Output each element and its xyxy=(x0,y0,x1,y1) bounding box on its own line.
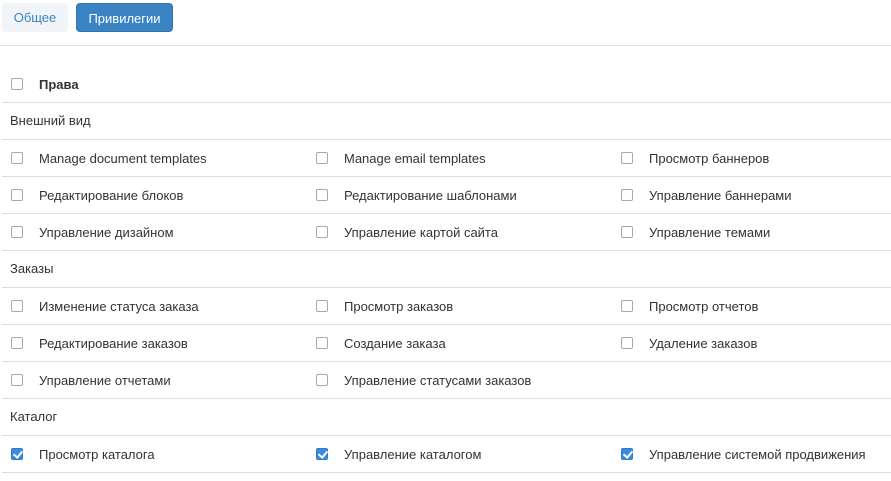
section-orders-title: Заказы xyxy=(2,251,891,288)
permissions-header-label: Права xyxy=(39,76,79,92)
permission-label: Редактирование шаблонами xyxy=(344,187,517,203)
section-catalog-title: Каталог xyxy=(2,399,891,436)
table-row: Изменение статуса заказа Просмотр заказо… xyxy=(2,288,891,325)
permission-item[interactable]: Управление баннерами xyxy=(621,177,792,213)
permission-checkbox[interactable] xyxy=(621,226,633,238)
permission-label: Manage document templates xyxy=(39,150,207,166)
permissions-header-row: Права xyxy=(2,66,891,103)
table-row: Управление дизайном Управление картой са… xyxy=(2,214,891,251)
section-appearance-title: Внешний вид xyxy=(2,103,891,140)
select-all-checkbox[interactable] xyxy=(11,78,23,90)
permission-item[interactable]: Управление отчетами xyxy=(11,362,171,398)
permission-item[interactable]: Управление картой сайта xyxy=(316,214,498,250)
permissions-table: Права Внешний вид Manage document templa… xyxy=(2,66,891,473)
select-all-permissions[interactable]: Права xyxy=(11,66,79,102)
permission-item[interactable]: Управление дизайном xyxy=(11,214,174,250)
permission-checkbox[interactable] xyxy=(11,374,23,386)
permission-item[interactable]: Просмотр баннеров xyxy=(621,140,769,176)
privileges-tabs: Общее Привилегии xyxy=(0,0,891,46)
permission-item[interactable]: Просмотр каталога xyxy=(11,436,155,472)
permission-item[interactable]: Просмотр заказов xyxy=(316,288,453,324)
permission-item[interactable]: Manage document templates xyxy=(11,140,207,176)
permission-checkbox[interactable] xyxy=(11,189,23,201)
permission-item[interactable]: Просмотр отчетов xyxy=(621,288,758,324)
permission-checkbox[interactable] xyxy=(316,300,328,312)
permission-label: Управление темами xyxy=(649,224,771,240)
permission-label: Просмотр отчетов xyxy=(649,298,759,314)
permission-checkbox[interactable] xyxy=(11,226,23,238)
permission-checkbox[interactable] xyxy=(316,226,328,238)
permission-item[interactable]: Создание заказа xyxy=(316,325,446,361)
permission-checkbox[interactable] xyxy=(316,337,328,349)
permission-checkbox[interactable] xyxy=(316,152,328,164)
table-row: Просмотр каталога Управление каталогом У… xyxy=(2,436,891,473)
permission-checkbox[interactable] xyxy=(621,337,633,349)
tab-general[interactable]: Общее xyxy=(2,3,68,32)
permission-item[interactable]: Удаление заказов xyxy=(621,325,757,361)
permission-checkbox[interactable] xyxy=(11,152,23,164)
table-row: Manage document templates Manage email t… xyxy=(2,140,891,177)
permission-label: Управление каталогом xyxy=(344,446,482,462)
permission-checkbox[interactable] xyxy=(621,300,633,312)
permission-checkbox[interactable] xyxy=(621,189,633,201)
permission-checkbox-checked[interactable] xyxy=(316,448,328,460)
permission-checkbox[interactable] xyxy=(316,189,328,201)
permission-label: Управление системой продвижения xyxy=(649,446,866,462)
permission-label: Управление статусами заказов xyxy=(344,372,532,388)
permission-item[interactable]: Редактирование блоков xyxy=(11,177,183,213)
permission-item[interactable]: Управление темами xyxy=(621,214,770,250)
permission-label: Управление картой сайта xyxy=(344,224,498,240)
permission-label: Создание заказа xyxy=(344,335,446,351)
table-row: Редактирование блоков Редактирование шаб… xyxy=(2,177,891,214)
permission-checkbox-checked[interactable] xyxy=(11,448,23,460)
permission-label: Manage email templates xyxy=(344,150,486,166)
permission-label: Удаление заказов xyxy=(649,335,758,351)
tab-privileges[interactable]: Привилегии xyxy=(76,3,173,32)
permission-checkbox[interactable] xyxy=(11,300,23,312)
permission-label: Управление отчетами xyxy=(39,372,171,388)
permission-label: Управление баннерами xyxy=(649,187,792,203)
permission-checkbox[interactable] xyxy=(316,374,328,386)
permission-label: Редактирование блоков xyxy=(39,187,184,203)
permission-label: Управление дизайном xyxy=(39,224,174,240)
permission-label: Просмотр заказов xyxy=(344,298,454,314)
permission-checkbox-checked[interactable] xyxy=(621,448,633,460)
permission-label: Просмотр каталога xyxy=(39,446,155,462)
permission-checkbox[interactable] xyxy=(621,152,633,164)
permission-item[interactable]: Редактирование шаблонами xyxy=(316,177,517,213)
permission-item[interactable]: Управление статусами заказов xyxy=(316,362,531,398)
permission-item[interactable]: Изменение статуса заказа xyxy=(11,288,199,324)
permission-item[interactable]: Редактирование заказов xyxy=(11,325,188,361)
permission-item[interactable]: Manage email templates xyxy=(316,140,486,176)
permission-label: Просмотр баннеров xyxy=(649,150,770,166)
permission-item[interactable]: Управление системой продвижения xyxy=(621,436,866,472)
table-row: Редактирование заказов Создание заказа У… xyxy=(2,325,891,362)
table-row: Управление отчетами Управление статусами… xyxy=(2,362,891,399)
permission-label: Редактирование заказов xyxy=(39,335,188,351)
permission-item[interactable]: Управление каталогом xyxy=(316,436,481,472)
permission-label: Изменение статуса заказа xyxy=(39,298,199,314)
permission-checkbox[interactable] xyxy=(11,337,23,349)
